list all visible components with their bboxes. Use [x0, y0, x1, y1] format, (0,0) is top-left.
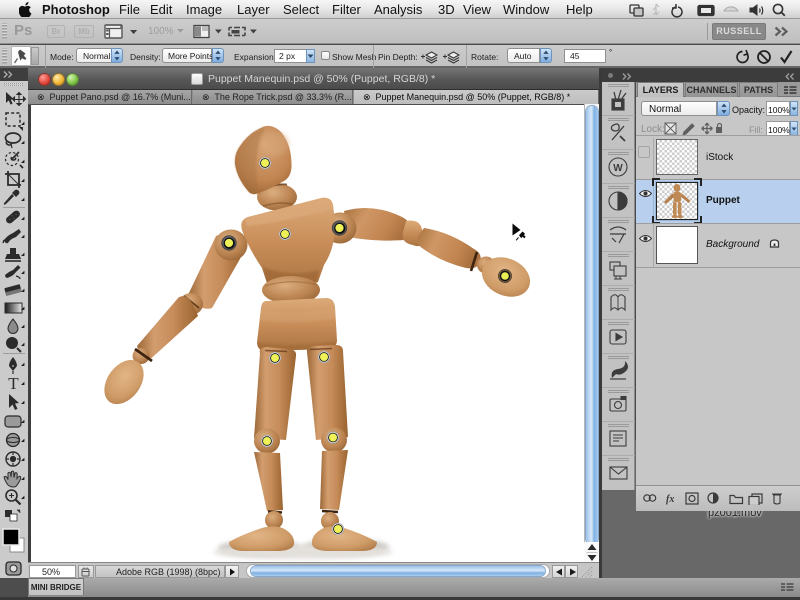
svg-text:fx: fx	[666, 494, 674, 505]
svg-text:T: T	[8, 374, 19, 393]
svg-text:W: W	[613, 163, 623, 174]
